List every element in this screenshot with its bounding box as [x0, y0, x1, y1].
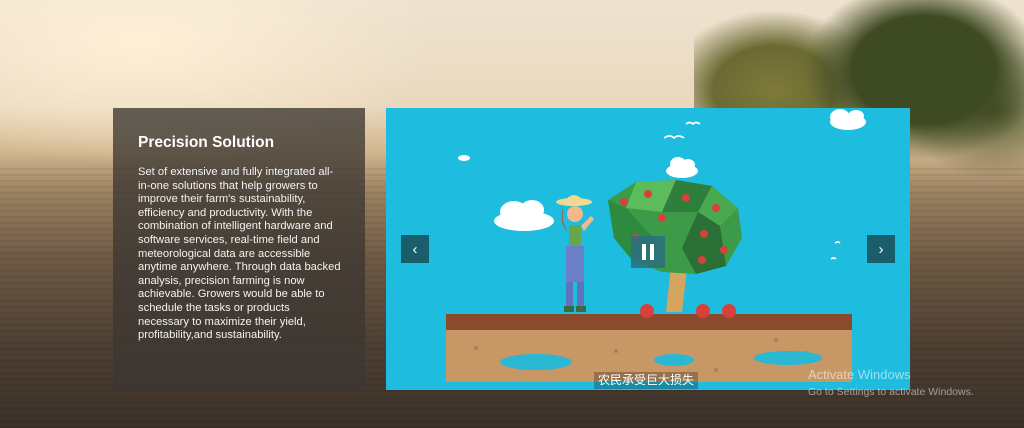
chevron-right-icon: › [878, 240, 884, 258]
info-panel: Precision Solution Set of extensive and … [113, 108, 365, 392]
video-frame-illustration [446, 109, 866, 382]
video-subtitle: 农民承受巨大损失 [594, 372, 699, 389]
pause-icon [631, 236, 665, 268]
panel-title: Precision Solution [138, 134, 275, 151]
next-slide-button[interactable]: › [867, 235, 895, 263]
panel-description: Set of extensive and fully integrated al… [138, 166, 341, 342]
video-player[interactable] [386, 108, 910, 390]
chevron-left-icon: ‹ [412, 240, 418, 258]
activation-watermark-title: Activate Windows [808, 367, 911, 382]
activation-watermark-text: Go to Settings to activate Windows. [808, 386, 974, 398]
previous-slide-button[interactable]: ‹ [401, 235, 429, 263]
